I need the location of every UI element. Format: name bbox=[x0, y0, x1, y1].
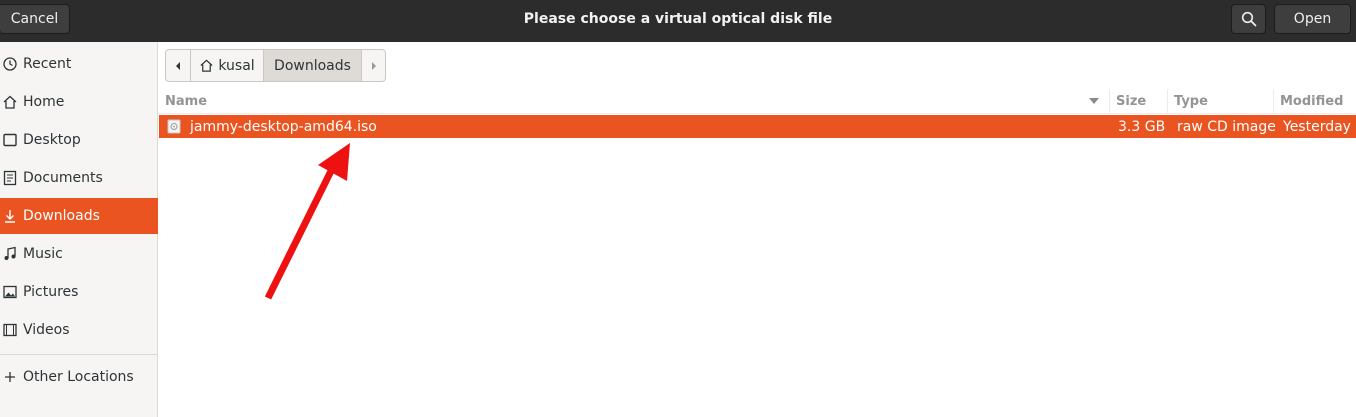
sidebar-item-music[interactable]: Music bbox=[0, 236, 158, 272]
column-header-label: Size bbox=[1116, 93, 1147, 109]
home-icon bbox=[0, 84, 23, 120]
sidebar-item-label: Documents bbox=[23, 170, 103, 186]
column-header-type[interactable]: Type bbox=[1168, 89, 1274, 114]
clock-icon bbox=[0, 46, 23, 82]
path-scroll-left-button[interactable] bbox=[166, 50, 191, 81]
sidebar-item-label: Home bbox=[23, 94, 65, 110]
download-icon bbox=[0, 198, 23, 234]
triangle-left-icon bbox=[176, 61, 180, 70]
desktop-icon bbox=[0, 122, 23, 158]
documents-icon bbox=[0, 160, 23, 196]
pictures-icon bbox=[0, 274, 23, 310]
sidebar-item-videos[interactable]: Videos bbox=[0, 312, 158, 348]
sidebar-item-label: Desktop bbox=[23, 132, 81, 148]
disk-image-icon bbox=[167, 115, 183, 138]
sidebar-item-label: Downloads bbox=[23, 208, 100, 224]
triangle-right-icon bbox=[371, 61, 376, 70]
path-segment-home[interactable]: kusal bbox=[191, 50, 264, 81]
file-size: 3.3 GB bbox=[1118, 118, 1166, 135]
sidebar-item-home[interactable]: Home bbox=[0, 84, 158, 120]
videos-icon bbox=[0, 312, 23, 348]
dialog-headerbar: Cancel Please choose a virtual optical d… bbox=[0, 0, 1356, 42]
cancel-button[interactable]: Cancel bbox=[0, 4, 70, 34]
path-segment-label: Downloads bbox=[274, 57, 351, 74]
column-header-modified[interactable]: Modified bbox=[1274, 89, 1356, 114]
sidebar-item-documents[interactable]: Documents bbox=[0, 160, 158, 196]
column-header-size[interactable]: Size bbox=[1110, 89, 1168, 114]
file-type: raw CD image bbox=[1177, 118, 1276, 135]
sidebar-item-label: Pictures bbox=[23, 284, 79, 300]
file-modified: Yesterday bbox=[1283, 118, 1351, 135]
sidebar-item-pictures[interactable]: Pictures bbox=[0, 274, 158, 310]
plus-icon bbox=[0, 359, 23, 395]
open-button[interactable]: Open bbox=[1274, 4, 1351, 34]
dialog-title: Please choose a virtual optical disk fil… bbox=[523, 11, 833, 27]
sidebar-item-recent[interactable]: Recent bbox=[0, 46, 158, 82]
sidebar-separator bbox=[0, 354, 158, 355]
column-header-label: Modified bbox=[1280, 93, 1344, 109]
sidebar-item-label: Music bbox=[23, 246, 63, 262]
places-sidebar: Recent Home Desktop Documents Downloads … bbox=[0, 42, 158, 417]
search-button[interactable] bbox=[1231, 4, 1266, 34]
path-segment-label: kusal bbox=[218, 57, 255, 74]
sidebar-item-downloads[interactable]: Downloads bbox=[0, 198, 158, 234]
search-icon bbox=[1241, 11, 1256, 27]
sidebar-item-label: Recent bbox=[23, 56, 72, 72]
column-header-label: Name bbox=[165, 93, 208, 109]
sidebar-item-desktop[interactable]: Desktop bbox=[0, 122, 158, 158]
sidebar-item-label: Other Locations bbox=[23, 369, 134, 385]
column-header-name[interactable]: Name bbox=[159, 89, 1110, 114]
sort-descending-icon bbox=[1089, 98, 1099, 104]
music-icon bbox=[0, 236, 23, 272]
sidebar-item-label: Videos bbox=[23, 322, 70, 338]
file-list: Name Size Type Modified jammy-desktop-am… bbox=[159, 89, 1356, 417]
file-name: jammy-desktop-amd64.iso bbox=[190, 118, 377, 135]
path-segment-downloads[interactable]: Downloads bbox=[264, 50, 362, 81]
path-scroll-right-button[interactable] bbox=[362, 50, 385, 81]
file-row-selected[interactable]: jammy-desktop-amd64.iso 3.3 GB raw CD im… bbox=[159, 115, 1356, 138]
sidebar-item-other-locations[interactable]: Other Locations bbox=[0, 359, 158, 395]
column-header-label: Type bbox=[1174, 93, 1208, 109]
path-bar: kusal Downloads bbox=[165, 49, 386, 82]
home-icon bbox=[200, 59, 213, 72]
